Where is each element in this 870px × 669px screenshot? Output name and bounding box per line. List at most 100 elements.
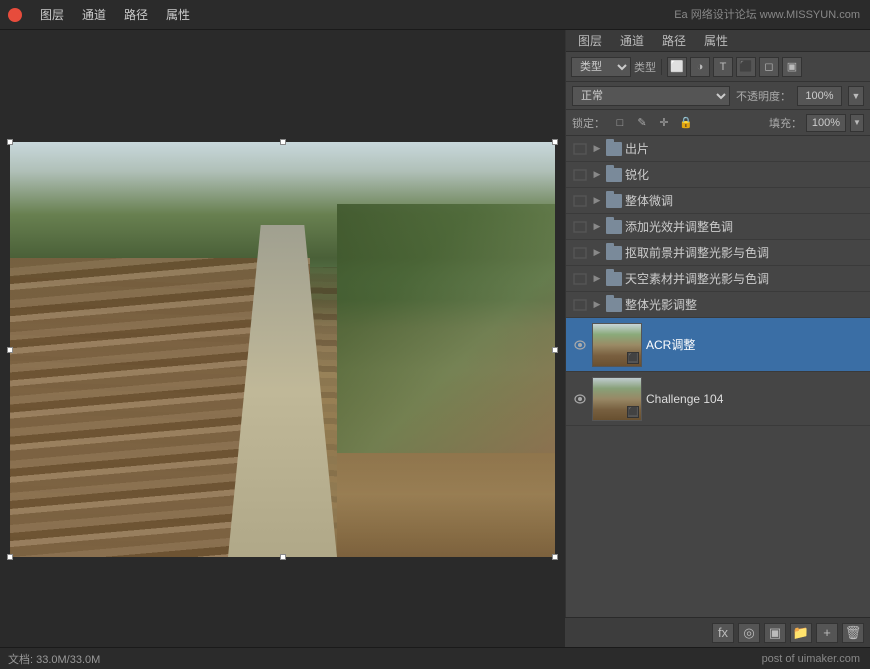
visibility-group5[interactable] — [572, 245, 588, 261]
handle-top-right[interactable] — [552, 139, 558, 145]
menubar: 图层 通道 路径 属性 Ea 网络设计论坛 www.MISSYUN.com — [0, 0, 870, 30]
adjustment-filter-icon[interactable]: ◑ — [690, 57, 710, 77]
mask-button[interactable]: ▣ — [764, 623, 786, 643]
new-group-button[interactable]: 📁 — [790, 623, 812, 643]
layer-group-name-5: 抠取前景并调整光影与色调 — [625, 244, 864, 261]
opacity-arrow[interactable]: ▼ — [848, 86, 864, 106]
handle-top-left[interactable] — [7, 139, 13, 145]
status-info: 文档: 33.0M/33.0M — [8, 651, 100, 667]
tab-properties[interactable]: 属性 — [696, 30, 736, 51]
folder-icon-group7 — [606, 298, 622, 312]
lock-all-icon[interactable]: 🔒 — [677, 114, 695, 132]
toolbar-separator-1 — [661, 59, 662, 75]
folder-icon-group1 — [606, 142, 622, 156]
panel-bottom: fx ◎ ▣ 📁 + 🗑 — [565, 617, 870, 647]
fx-button[interactable]: fx — [712, 623, 734, 643]
lock-position-icon[interactable]: ✛ — [655, 114, 673, 132]
lock-image-icon[interactable]: ✎ — [633, 114, 651, 132]
layer-group-name-7: 整体光影调整 — [625, 296, 864, 313]
arrow-group3[interactable]: ▶ — [591, 195, 603, 207]
fill-input[interactable] — [806, 114, 846, 132]
status-bar: 文档: 33.0M/33.0M — [0, 647, 870, 669]
layer-group-1[interactable]: ▶ 出片 — [566, 136, 870, 162]
menu-items: 图层 通道 路径 属性 — [32, 2, 198, 27]
layer-group-6[interactable]: ▶ 天空素材并调整光影与色调 — [566, 266, 870, 292]
visibility-group2[interactable] — [572, 167, 588, 183]
opacity-input[interactable] — [797, 86, 842, 106]
layer-item-name-1: ACR调整 — [646, 336, 864, 353]
layer-group-3[interactable]: ▶ 整体微调 — [566, 188, 870, 214]
visibility-group7[interactable] — [572, 297, 588, 313]
visibility-group3[interactable] — [572, 193, 588, 209]
handle-middle-right[interactable] — [552, 347, 558, 353]
handle-bottom-center[interactable] — [280, 554, 286, 560]
visibility-group4[interactable] — [572, 219, 588, 235]
handle-middle-left[interactable] — [7, 347, 13, 353]
handle-bottom-left[interactable] — [7, 554, 13, 560]
lock-transparent-icon[interactable]: □ — [611, 114, 629, 132]
watermark-text: Ea 网络设计论坛 www.MISSYUN.com — [674, 6, 860, 22]
thumb-layer2: ⬛ — [592, 377, 642, 421]
thumb-badge-2: ⬛ — [627, 406, 639, 418]
blend-row: 正常 不透明度： ▼ — [566, 82, 870, 110]
layer-group-4[interactable]: ▶ 添加光效并调整色调 — [566, 214, 870, 240]
layer-item-1[interactable]: ⬛ ACR调整 — [566, 318, 870, 372]
folder-icon-group2 — [606, 168, 622, 182]
folder-icon-group5 — [606, 246, 622, 260]
layer-item-2[interactable]: ⬛ Challenge 104 — [566, 372, 870, 426]
arrow-group2[interactable]: ▶ — [591, 169, 603, 181]
right-panel: 图层 通道 路径 属性 类型 类型 ⬜ ◑ T ⬛ ◻ ▣ 正常 不透明度： ▼… — [565, 30, 870, 669]
handle-bottom-right[interactable] — [552, 554, 558, 560]
layer-group-name-4: 添加光效并调整色调 — [625, 218, 864, 235]
canvas-image[interactable] — [10, 142, 555, 557]
layer-group-2[interactable]: ▶ 锐化 — [566, 162, 870, 188]
opacity-label: 不透明度： — [736, 88, 791, 104]
blend-mode-select[interactable]: 正常 — [572, 86, 730, 106]
tab-channels[interactable]: 通道 — [612, 30, 652, 51]
layer-group-name-1: 出片 — [625, 140, 864, 157]
visibility-layer2[interactable] — [572, 391, 588, 407]
fill-arrow[interactable]: ▼ — [850, 114, 864, 132]
close-button[interactable] — [8, 8, 22, 22]
menu-properties[interactable]: 属性 — [158, 2, 198, 27]
menu-channels[interactable]: 通道 — [74, 2, 114, 27]
thumb-badge-1: ⬛ — [627, 352, 639, 364]
lock-row: 锁定： □ ✎ ✛ 🔒 填充： ▼ — [566, 110, 870, 136]
smartobj-filter-icon[interactable]: ◻ — [759, 57, 779, 77]
layers-list: ▶ 出片 ▶ 锐化 ▶ 整体微调 ▶ 添加光效并调整色调 — [566, 136, 870, 645]
adjustment-button[interactable]: ◎ — [738, 623, 760, 643]
extra-filter-icon[interactable]: ▣ — [782, 57, 802, 77]
thumb-layer1: ⬛ — [592, 323, 642, 367]
visibility-group1[interactable] — [572, 141, 588, 157]
folder-icon-group6 — [606, 272, 622, 286]
delete-layer-button[interactable]: 🗑 — [842, 623, 864, 643]
layer-item-name-2: Challenge 104 — [646, 392, 864, 406]
type-filter-label: 类型 — [634, 59, 656, 75]
panel-tabs: 图层 通道 路径 属性 — [566, 30, 870, 52]
folder-icon-group4 — [606, 220, 622, 234]
layer-group-name-3: 整体微调 — [625, 192, 864, 209]
menu-layers[interactable]: 图层 — [32, 2, 72, 27]
menu-paths[interactable]: 路径 — [116, 2, 156, 27]
visibility-group6[interactable] — [572, 271, 588, 287]
arrow-group6[interactable]: ▶ — [591, 273, 603, 285]
tab-layers[interactable]: 图层 — [570, 30, 610, 51]
arrow-group5[interactable]: ▶ — [591, 247, 603, 259]
handle-top-center[interactable] — [280, 139, 286, 145]
arrow-group7[interactable]: ▶ — [591, 299, 603, 311]
visibility-layer1[interactable] — [572, 337, 588, 353]
forest-right — [337, 204, 555, 453]
shape-filter-icon[interactable]: ⬛ — [736, 57, 756, 77]
tab-paths[interactable]: 路径 — [654, 30, 694, 51]
image-filter-icon[interactable]: ⬜ — [667, 57, 687, 77]
layer-group-7[interactable]: ▶ 整体光影调整 — [566, 292, 870, 318]
arrow-group1[interactable]: ▶ — [591, 143, 603, 155]
canvas-area — [0, 30, 565, 669]
arrow-group4[interactable]: ▶ — [591, 221, 603, 233]
lock-label: 锁定： — [572, 115, 605, 131]
text-filter-icon[interactable]: T — [713, 57, 733, 77]
layer-group-5[interactable]: ▶ 抠取前景并调整光影与色调 — [566, 240, 870, 266]
folder-icon-group3 — [606, 194, 622, 208]
new-layer-button[interactable]: + — [816, 623, 838, 643]
type-filter-select[interactable]: 类型 — [571, 57, 631, 77]
